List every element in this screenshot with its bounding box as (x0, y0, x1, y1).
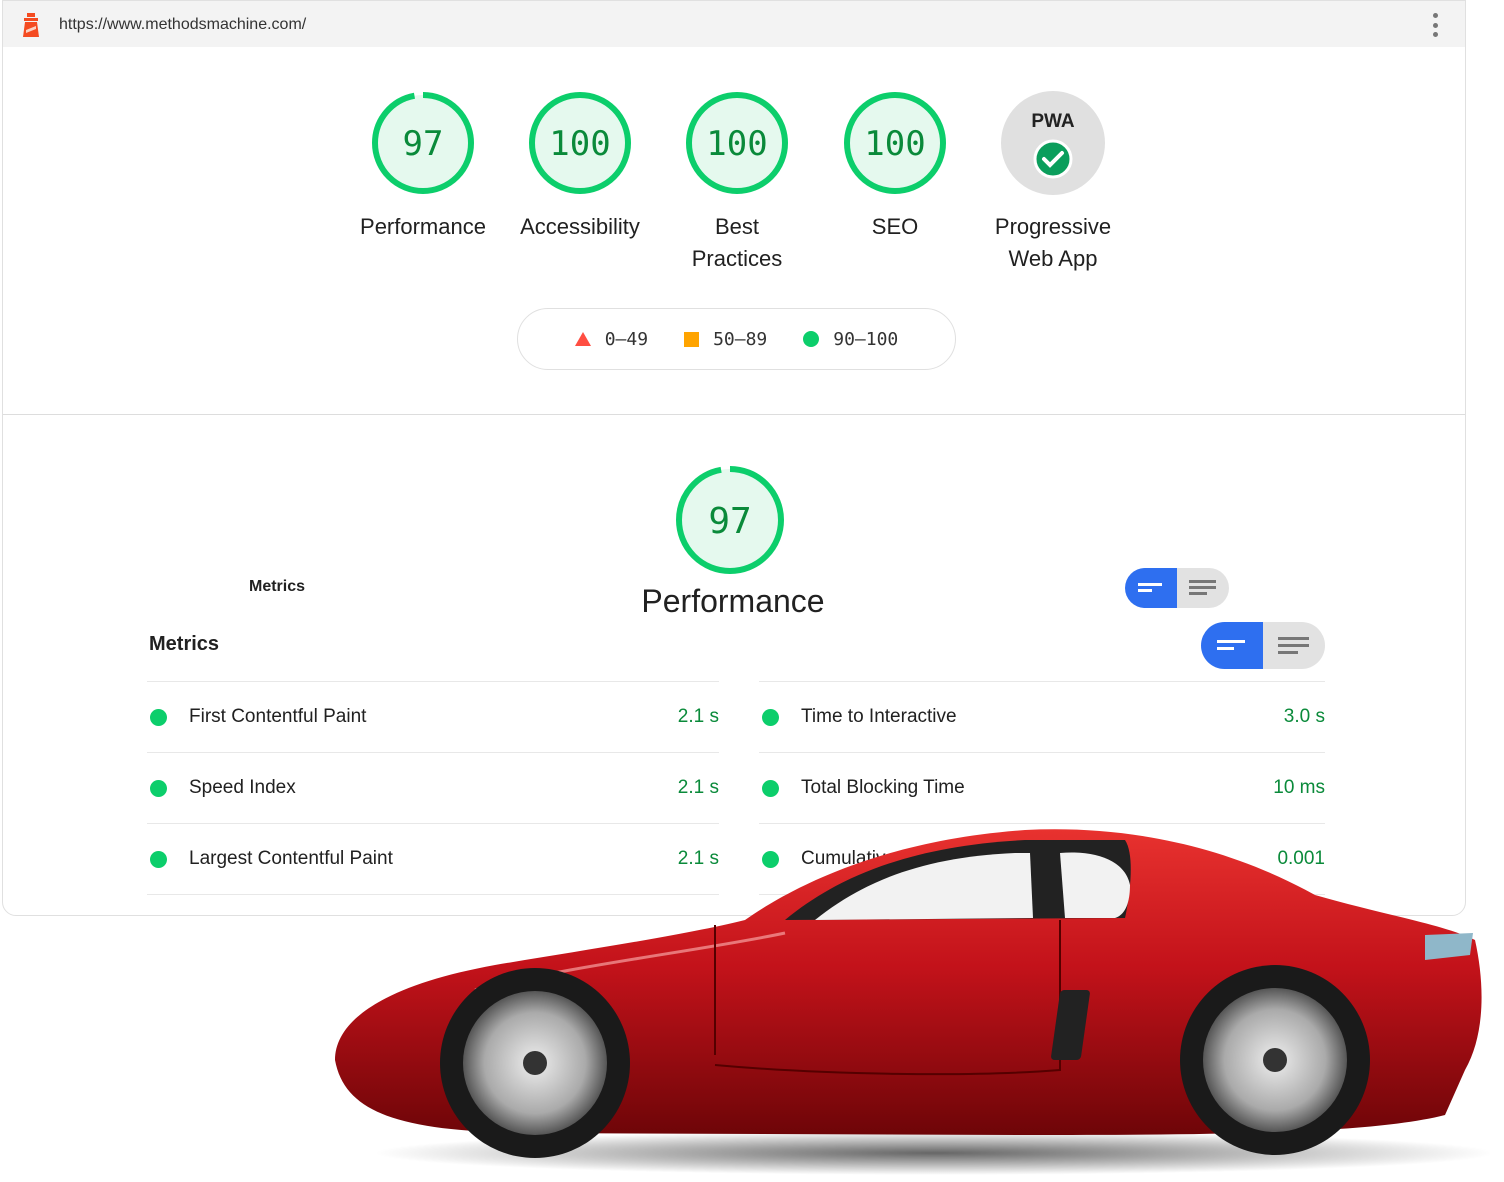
performance-gauge-large: 97 (650, 462, 810, 578)
gauge-score: 97 (403, 124, 444, 164)
check-circle-icon (1033, 139, 1073, 179)
lighthouse-report-card: https://www.methodsmachine.com/ 97 Perfor… (2, 0, 1466, 916)
url-text[interactable]: https://www.methodsmachine.com/ (59, 16, 306, 34)
legend-average: 50–89 (684, 329, 767, 350)
address-bar: https://www.methodsmachine.com/ (3, 1, 1465, 47)
view-toggle-small[interactable] (1125, 568, 1229, 608)
performance-title: Performance (641, 583, 825, 619)
short-lines-icon (1138, 583, 1162, 592)
category-gauge-performance[interactable]: 97 Performance (343, 89, 503, 243)
gauge-score: 100 (864, 124, 925, 164)
metric-row: Total Blocking Time 10 ms (759, 752, 1325, 823)
gauge-label: SEO (871, 214, 919, 239)
category-gauge-best-practices[interactable]: 100 Best Practices (657, 89, 817, 275)
square-icon (684, 331, 700, 347)
category-gauge-seo[interactable]: 100 SEO (815, 89, 975, 243)
triangle-icon (574, 332, 591, 346)
metric-row: First Contentful Paint 2.1 s (147, 681, 719, 752)
lighthouse-icon (23, 13, 39, 37)
legend-pass: 90–100 (803, 329, 898, 350)
red-sports-car-image (335, 829, 1490, 1175)
metric-row: Speed Index 2.1 s (147, 752, 719, 823)
pass-dot-icon (150, 708, 167, 726)
score-legend: 0–49 50–89 90–100 (517, 308, 956, 370)
short-lines-icon (1217, 639, 1245, 650)
category-gauge-progressive-web-app[interactable]: PWA Progressive Web App (973, 89, 1133, 275)
category-gauge-accessibility[interactable]: 100 Accessibility (500, 89, 660, 243)
gauge-label: Accessibility (520, 214, 640, 239)
pass-dot-icon (150, 850, 167, 868)
summary-view-button[interactable] (1125, 568, 1177, 608)
view-toggle[interactable] (1201, 622, 1325, 669)
lines-icon (1189, 580, 1216, 595)
kebab-menu-icon[interactable] (1433, 13, 1439, 37)
gauge-label: Best Practices (691, 214, 783, 271)
metrics-heading: Metrics (149, 633, 220, 655)
pass-dot-icon (150, 779, 167, 797)
metric-row: Time to Interactive 3.0 s (759, 681, 1325, 752)
list-view-button[interactable] (1263, 622, 1325, 669)
gauge-score: 97 (708, 501, 751, 542)
list-view-button[interactable] (1177, 568, 1229, 608)
circle-icon (803, 331, 820, 347)
metrics-label-small: Metrics (249, 578, 306, 595)
gauge-label: Progressive Web App (994, 214, 1112, 271)
pass-dot-icon (762, 708, 779, 726)
gauge-label: Performance (360, 214, 486, 239)
lines-icon (1278, 636, 1309, 654)
pwa-badge: PWA (1031, 111, 1075, 132)
legend-fail: 0–49 (574, 329, 648, 350)
summary-view-button[interactable] (1201, 622, 1263, 669)
gauge-score: 100 (706, 124, 767, 164)
gauge-score: 100 (549, 124, 610, 164)
pass-dot-icon (762, 779, 779, 797)
section-divider (3, 414, 1465, 415)
